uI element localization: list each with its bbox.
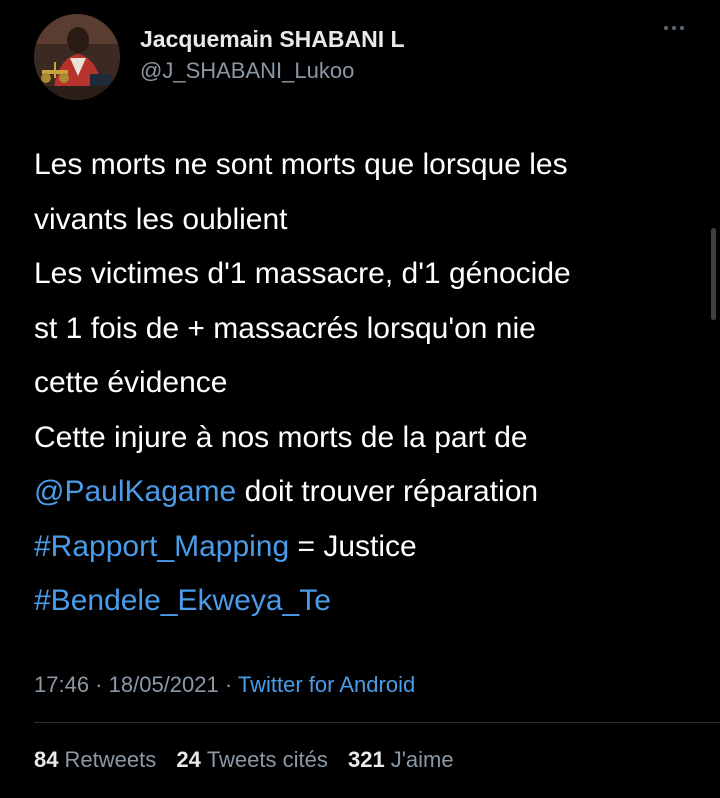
author-display-name[interactable]: Jacquemain SHABANI L [140, 24, 405, 54]
hashtag-bendele-ekweya-te[interactable]: #Bendele_Ekweya_Te [34, 584, 331, 617]
tweet-text-line: @PaulKagame doit trouver réparation [34, 465, 698, 520]
tweet-text-line: Les victimes d'1 massacre, d'1 génocide [34, 247, 698, 302]
tweet-text-line: #Bendele_Ekweya_Te [34, 574, 698, 629]
hashtag-rapport-mapping[interactable]: #Rapport_Mapping [34, 530, 289, 563]
mention-paulkagame[interactable]: @PaulKagame [34, 475, 236, 508]
scrollbar[interactable] [711, 228, 716, 320]
tweet-text-line: #Rapport_Mapping = Justice [34, 520, 698, 575]
profile-photo-icon [34, 14, 120, 100]
more-options-icon[interactable] [664, 26, 684, 30]
quote-tweets-count: 24 [176, 747, 201, 772]
quote-tweets-stat[interactable]: 24 Tweets cités [176, 747, 328, 772]
tweet-stats: 84 Retweets 24 Tweets cités 321 J'aime [34, 743, 468, 777]
retweets-stat[interactable]: 84 Retweets [34, 747, 156, 772]
tweet-text-line: st 1 fois de + massacrés lorsqu'on nie [34, 302, 698, 357]
tweet-text-segment: vivants les oublient [34, 202, 288, 236]
tweet-text-segment: Les morts ne sont morts que lorsque les [34, 148, 568, 181]
likes-count: 321 [347, 747, 385, 772]
tweet-meta: 17:46 · 18/05/2021 · Twitter for Android [34, 668, 415, 702]
retweets-label: Retweets [64, 747, 157, 772]
meta-separator: · [218, 672, 238, 697]
tweet-header: Jacquemain SHABANI L @J_SHABANI_Lukoo [34, 14, 696, 104]
tweet-time[interactable]: 17:46 [34, 672, 89, 697]
tweet-text: Les morts ne sont morts que lorsque les v… [34, 138, 698, 629]
tweet-text-line: Les morts ne sont morts que lorsque les [34, 138, 698, 193]
tweet-text-segment: Cette injure à nos morts de la part de [34, 420, 528, 454]
meta-separator: · [89, 672, 109, 697]
tweet-text-segment: Les victimes d'1 massacre, d'1 génocide [34, 257, 571, 290]
author-handle[interactable]: @J_SHABANI_Lukoo [140, 56, 405, 86]
likes-label: J'aime [390, 747, 454, 772]
tweet-source-link[interactable]: Twitter for Android [238, 672, 415, 697]
tweet-text-segment: st 1 fois de + massacrés lorsqu'on nie [34, 311, 536, 345]
tweet-text-segment: cette évidence [34, 366, 228, 399]
tweet-text-line: cette évidence [34, 356, 698, 411]
tweet-text-line: Cette injure à nos morts de la part de [34, 411, 698, 466]
avatar[interactable] [34, 14, 120, 100]
tweet-text-segment: doit trouver réparation [236, 475, 539, 508]
quote-tweets-label: Tweets cités [206, 747, 328, 772]
tweet-date[interactable]: 18/05/2021 [109, 672, 219, 697]
likes-stat[interactable]: 321 J'aime [348, 747, 454, 772]
tweet-text-segment: = Justice [289, 529, 417, 563]
divider [34, 722, 720, 723]
retweets-count: 84 [34, 747, 59, 772]
tweet-text-line: vivants les oublient [34, 193, 698, 248]
